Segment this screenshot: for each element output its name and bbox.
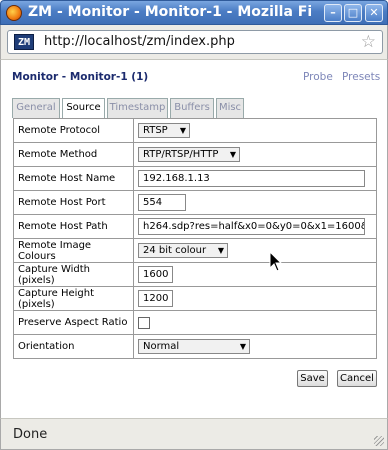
orientation-label: Orientation [13, 334, 134, 359]
window-title: ZM - Monitor - Monitor-1 - Mozilla Firef… [28, 4, 313, 20]
row-remote-host-port: Remote Host Port 554 [13, 190, 377, 215]
orientation-value: Normal [143, 341, 180, 352]
remote-host-path-input[interactable]: h264.sdp?res=half&x0=0&y0=0&x1=1600&y1&= [138, 218, 365, 235]
row-preserve-aspect: Preserve Aspect Ratio [13, 310, 377, 335]
remote-image-colours-value: 24 bit colour [143, 245, 207, 256]
navigation-toolbar: ZM http://localhost/zm/index.php ☆ [0, 25, 388, 60]
cancel-button[interactable]: Cancel [337, 370, 377, 387]
row-remote-method: Remote Method RTP/RTSP/HTTP ▼ [13, 142, 377, 167]
row-remote-image-colours: Remote Image Colours 24 bit colour ▼ [13, 238, 377, 263]
tab-timestamp[interactable]: Timestamp [107, 98, 168, 118]
row-capture-width: Capture Width (pixels) 1600 [13, 262, 377, 287]
site-favicon-icon: ZM [14, 34, 34, 50]
capture-height-input[interactable]: 1200 [138, 290, 173, 307]
tab-misc[interactable]: Misc [216, 98, 244, 118]
status-text: Done [13, 427, 48, 442]
capture-width-label: Capture Width (pixels) [13, 262, 134, 287]
remote-protocol-select[interactable]: RTSP ▼ [138, 123, 190, 138]
probe-link[interactable]: Probe [303, 71, 333, 83]
tab-source[interactable]: Source [62, 98, 105, 119]
dropdown-arrow-icon: ▼ [217, 246, 224, 255]
remote-image-colours-select[interactable]: 24 bit colour ▼ [138, 243, 228, 258]
page-content: Monitor - Monitor-1 (1) Probe Presets Ge… [0, 60, 388, 418]
preserve-aspect-checkbox[interactable] [138, 316, 150, 329]
remote-host-port-input[interactable]: 554 [138, 194, 186, 211]
remote-host-name-label: Remote Host Name [13, 166, 134, 191]
preserve-aspect-label: Preserve Aspect Ratio [13, 310, 134, 335]
row-remote-protocol: Remote Protocol RTSP ▼ [13, 118, 377, 143]
remote-protocol-label: Remote Protocol [13, 118, 134, 143]
remote-host-name-input[interactable]: 192.168.1.13 [138, 170, 365, 187]
bookmark-star-icon[interactable]: ☆ [361, 32, 376, 52]
remote-protocol-value: RTSP [143, 125, 168, 136]
save-button[interactable]: Save [297, 370, 328, 387]
source-settings-table: Remote Protocol RTSP ▼ Remote Method RTP… [13, 118, 377, 359]
page-title: Monitor - Monitor-1 (1) [12, 71, 149, 83]
remote-method-label: Remote Method [13, 142, 134, 167]
row-remote-host-path: Remote Host Path h264.sdp?res=half&x0=0&… [13, 214, 377, 239]
tab-buffers[interactable]: Buffers [170, 98, 214, 118]
tab-general[interactable]: General [12, 98, 60, 118]
remote-host-path-label: Remote Host Path [13, 214, 134, 239]
dropdown-arrow-icon: ▼ [239, 342, 246, 351]
remote-image-colours-label: Remote Image Colours [13, 238, 134, 263]
dropdown-arrow-icon: ▼ [179, 126, 186, 135]
firefox-icon [6, 5, 22, 21]
orientation-select[interactable]: Normal ▼ [138, 339, 250, 354]
remote-host-port-label: Remote Host Port [13, 190, 134, 215]
capture-width-input[interactable]: 1600 [138, 266, 173, 283]
minimize-button[interactable]: – [324, 4, 342, 22]
dropdown-arrow-icon: ▼ [229, 150, 236, 159]
remote-method-select[interactable]: RTP/RTSP/HTTP ▼ [138, 147, 240, 162]
maximize-button[interactable]: □ [344, 4, 362, 22]
url-bar[interactable]: ZM http://localhost/zm/index.php ☆ [7, 30, 383, 54]
status-bar: Done [0, 418, 388, 450]
presets-link[interactable]: Presets [342, 71, 380, 83]
capture-height-label: Capture Height (pixels) [13, 286, 134, 311]
close-window-button[interactable]: ✕ [365, 4, 383, 22]
remote-method-value: RTP/RTSP/HTTP [143, 149, 219, 160]
resize-grip-icon[interactable] [374, 436, 384, 446]
row-orientation: Orientation Normal ▼ [13, 334, 377, 359]
mouse-cursor-icon [269, 251, 283, 272]
window-titlebar: ZM - Monitor - Monitor-1 - Mozilla Firef… [0, 0, 388, 25]
row-capture-height: Capture Height (pixels) 1200 [13, 286, 377, 311]
row-remote-host-name: Remote Host Name 192.168.1.13 [13, 166, 377, 191]
url-text[interactable]: http://localhost/zm/index.php [44, 34, 235, 49]
